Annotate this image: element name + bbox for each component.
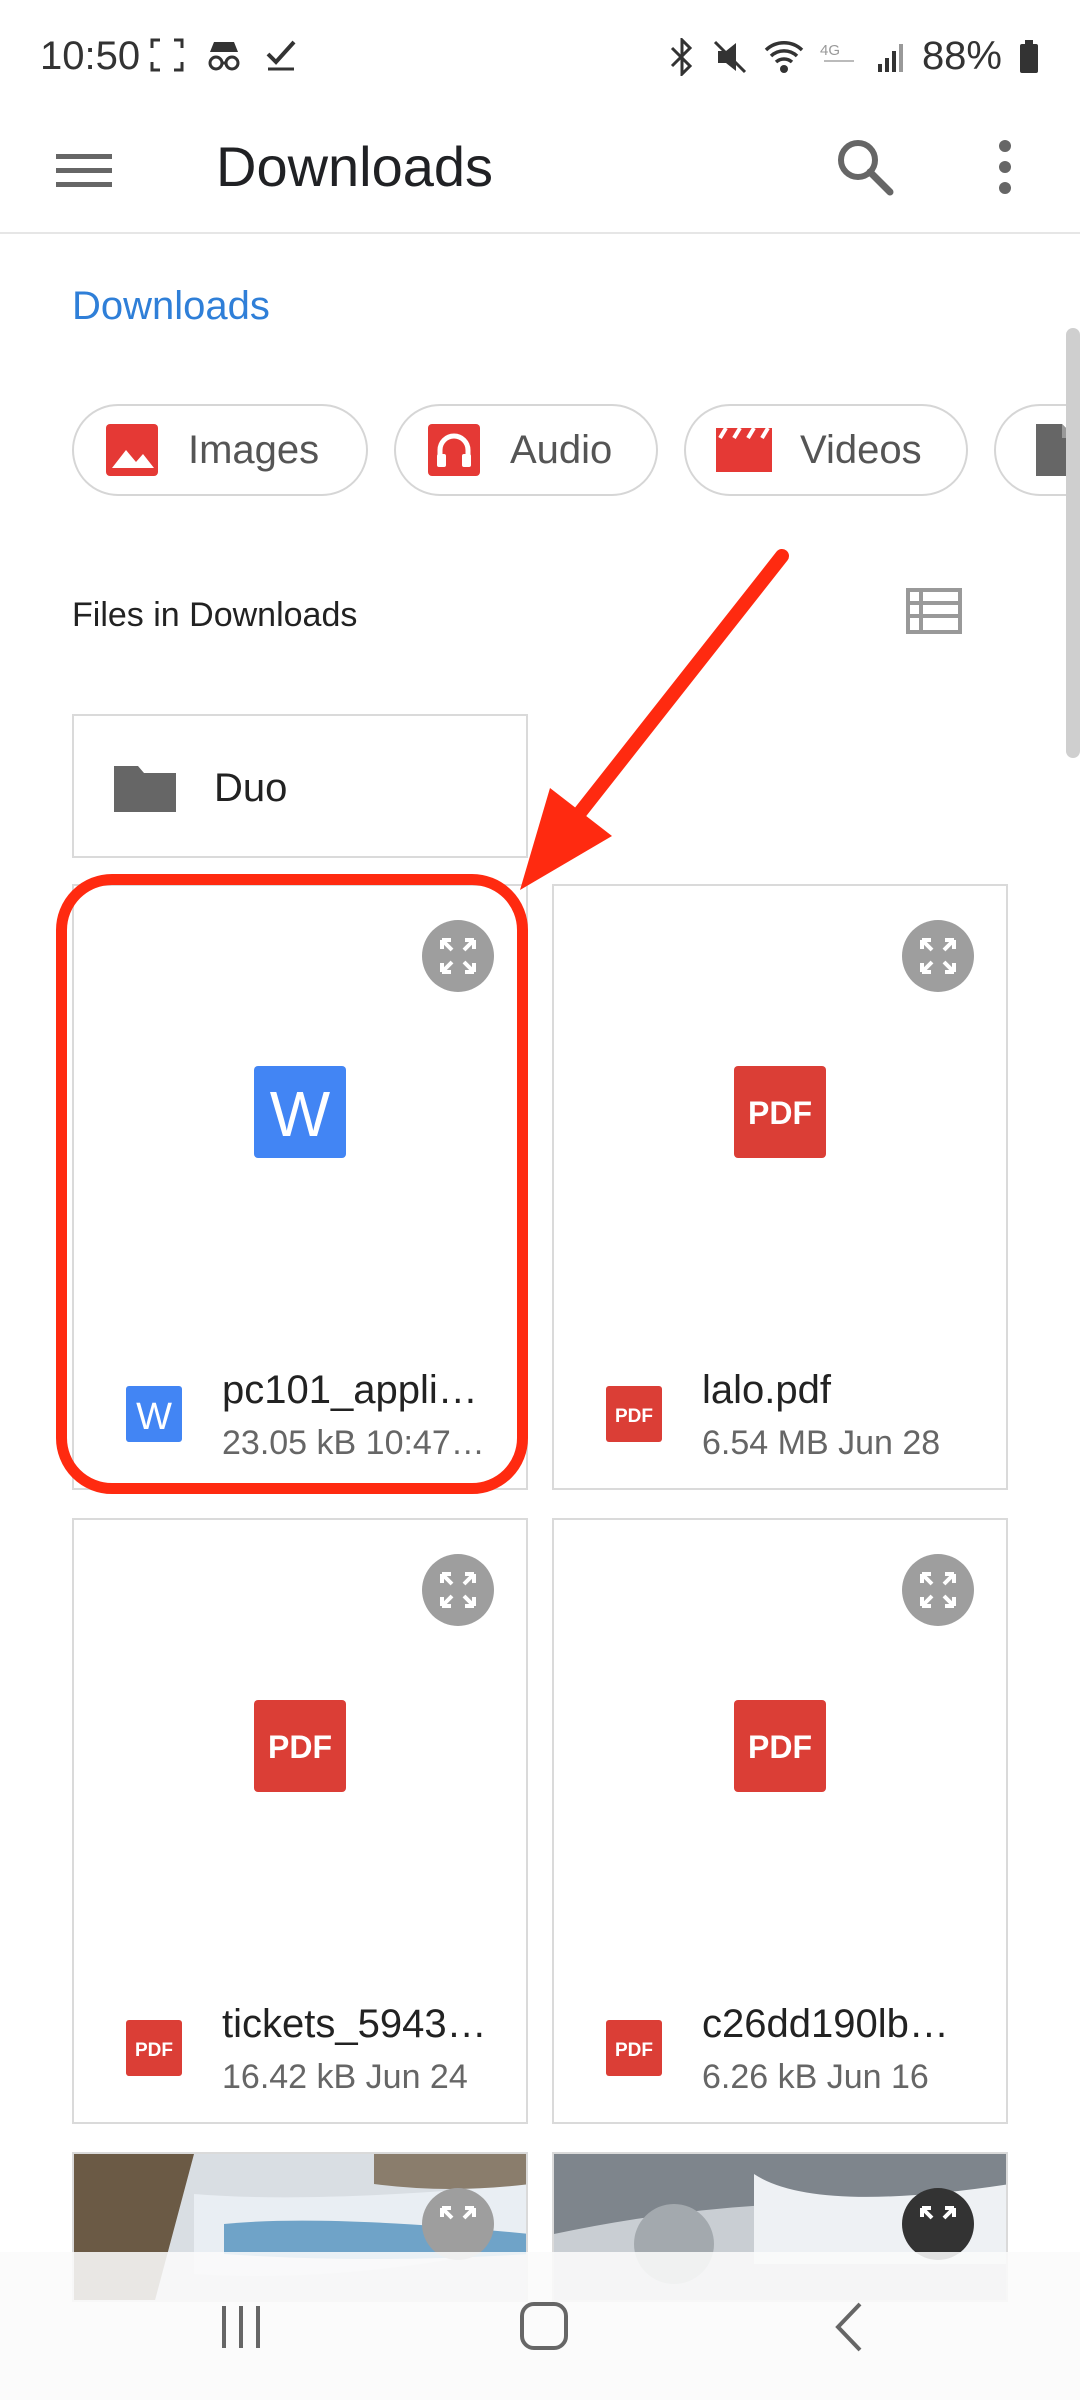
pdf-icon: PDF <box>734 1066 826 1158</box>
home-icon[interactable] <box>516 2298 572 2354</box>
expand-icon[interactable] <box>422 1554 494 1626</box>
expand-icon[interactable] <box>902 920 974 992</box>
battery-percent: 88% <box>921 34 1002 78</box>
battery-icon <box>1020 39 1038 73</box>
pdf-icon: PDF <box>606 1386 662 1442</box>
back-icon[interactable] <box>830 2300 870 2354</box>
file-name: lalo.pdf <box>702 1368 831 1412</box>
svg-text:PDF: PDF <box>748 1095 812 1131</box>
navigation-bar <box>0 2252 1080 2400</box>
clapperboard-icon <box>716 426 772 472</box>
folder-card-duo[interactable]: Duo <box>72 714 528 858</box>
expand-icon[interactable] <box>902 2188 974 2260</box>
breadcrumb[interactable]: Downloads <box>72 284 270 329</box>
mute-icon <box>713 40 746 73</box>
pdf-icon: PDF <box>734 1700 826 1792</box>
more-options-icon[interactable] <box>970 132 1040 202</box>
search-icon[interactable] <box>830 132 900 202</box>
headphones-icon <box>428 424 480 476</box>
pdf-icon: PDF <box>254 1700 346 1792</box>
file-name: c26dd190lb… <box>702 2002 949 2046</box>
svg-text:PDF: PDF <box>615 2040 653 2061</box>
pdf-icon: PDF <box>126 2020 182 2076</box>
highlight-annotation <box>56 874 528 1494</box>
list-view-icon[interactable] <box>906 586 962 636</box>
chip-videos[interactable]: Videos <box>684 404 968 496</box>
file-card-lalo[interactable]: PDF PDF lalo.pdf 6.54 MB Jun 28 <box>552 884 1008 1490</box>
bluetooth-icon <box>670 37 693 76</box>
svg-text:PDF: PDF <box>135 2040 173 2061</box>
screenshot-icon <box>150 38 184 72</box>
chip-label: Videos <box>800 427 922 472</box>
wifi-icon <box>764 40 804 73</box>
file-name: tickets_5943… <box>222 2002 487 2046</box>
folder-icon <box>114 766 176 812</box>
lte-icon: 4G <box>820 42 854 62</box>
file-meta: 6.54 MB Jun 28 <box>702 1424 941 1462</box>
menu-icon[interactable] <box>56 142 112 198</box>
status-time: 10:50 <box>40 34 141 78</box>
pdf-icon: PDF <box>606 2020 662 2076</box>
file-meta: 16.42 kB Jun 24 <box>222 2058 468 2096</box>
status-left-icons <box>150 38 298 72</box>
file-meta: 6.26 kB Jun 16 <box>702 2058 929 2096</box>
check-icon <box>266 40 296 71</box>
app-bar: Downloads <box>0 120 1080 234</box>
file-card-tickets[interactable]: PDF PDF tickets_5943… 16.42 kB Jun 24 <box>72 1518 528 2124</box>
svg-text:PDF: PDF <box>268 1729 332 1765</box>
image-icon <box>106 424 158 476</box>
chip-label: Audio <box>510 427 613 472</box>
chip-images[interactable]: Images <box>72 404 368 496</box>
svg-text:PDF: PDF <box>748 1729 812 1765</box>
section-title: Files in Downloads <box>72 596 358 634</box>
chip-label: Images <box>188 427 320 472</box>
expand-icon[interactable] <box>902 1554 974 1626</box>
status-right-icons: 4G 88% <box>668 34 1040 79</box>
status-bar: 10:50 4G 88% <box>0 0 1080 120</box>
file-card-c26dd190lb[interactable]: PDF PDF c26dd190lb… 6.26 kB Jun 16 <box>552 1518 1008 2124</box>
expand-icon[interactable] <box>422 2188 494 2260</box>
folder-name: Duo <box>214 766 288 810</box>
svg-text:4G: 4G <box>820 42 840 59</box>
page-title: Downloads <box>216 135 494 198</box>
scrollbar[interactable] <box>1066 328 1080 758</box>
svg-text:PDF: PDF <box>615 1406 653 1427</box>
recent-apps-icon[interactable] <box>216 2302 266 2352</box>
arrow-annotation-icon <box>520 549 789 890</box>
incognito-icon <box>208 42 240 71</box>
chip-audio[interactable]: Audio <box>394 404 658 496</box>
signal-icon <box>877 43 903 72</box>
